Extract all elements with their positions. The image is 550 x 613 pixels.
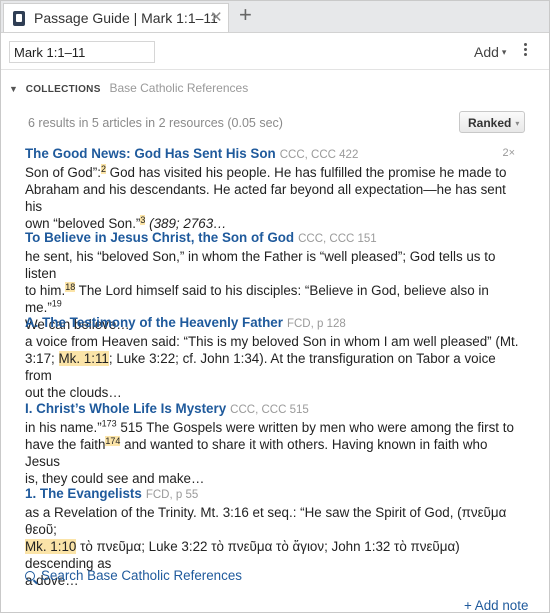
list-item: The Good News: God Has Sent His Son CCC, … [25,145,525,232]
search-collection-link[interactable]: Search Base Catholic References [25,568,242,583]
panel-icon [13,11,25,26]
result-snippet: a voice from Heaven said: “This is my be… [25,334,519,400]
result-title[interactable]: A. The Testimony of the Heavenly Father [25,315,283,330]
chevron-down-icon: ▾ [501,47,507,57]
collapse-caret-icon[interactable]: ▼ [9,84,18,94]
result-source: CCC, CCC 151 [298,233,377,245]
footnote-marker[interactable]: 19 [52,299,62,309]
sort-ranked-button[interactable]: Ranked ▾ [459,111,525,133]
add-button[interactable]: Add ▾ [474,44,506,60]
footnote-marker[interactable]: 18 [65,281,76,292]
tab-passage-guide[interactable]: Passage Guide | Mark 1:1–11 ✕ [3,3,229,32]
search-icon [25,571,35,581]
tab-title: Passage Guide | Mark 1:1–11 [34,10,218,26]
result-title[interactable]: 1. The Evangelists [25,486,142,501]
passage-guide-window: Passage Guide | Mark 1:1–11 ✕ + Add▾ ▼ C… [0,0,550,613]
collections-label: COLLECTIONS [25,84,101,95]
search-link-label: Search Base Catholic References [41,568,242,583]
result-source: CCC, CCC 515 [230,404,309,416]
result-snippet: Son of God”:2 God has visited his people… [25,163,507,231]
result-snippet: in his name.”173 515 The Gospels were wr… [25,418,514,486]
result-source: CCC, CCC 422 [279,149,359,161]
sort-label: Ranked [468,116,512,130]
result-title[interactable]: The Good News: God Has Sent His Son [25,146,276,161]
list-item: I. Christ’s Whole Life Is Mystery CCC, CC… [25,400,525,487]
result-source: FCD, p 55 [145,489,199,501]
reference-input[interactable] [9,41,155,63]
new-tab-plus-icon[interactable]: + [239,3,252,27]
result-source: FCD, p 128 [286,318,346,330]
collections-section-header[interactable]: ▼ COLLECTIONS Base Catholic References [9,81,248,95]
result-title[interactable]: To Believe in Jesus Christ, the Son of G… [25,230,294,245]
reference-bar: Add▾ [1,33,549,70]
collection-name: Base Catholic References [109,81,249,95]
result-count: 2× [502,147,515,159]
results-summary: 6 results in 5 articles in 2 resources (… [28,116,283,130]
result-title[interactable]: I. Christ’s Whole Life Is Mystery [25,401,226,416]
tab-strip: Passage Guide | Mark 1:1–11 ✕ + [1,1,549,33]
highlighted-reference[interactable]: Mk. 1:10 [25,539,77,554]
footnote-marker[interactable]: 174 [105,435,121,446]
highlighted-reference[interactable]: Mk. 1:11 [58,351,109,366]
add-note-link[interactable]: + Add note [464,598,528,613]
chevron-down-icon: ▾ [515,119,520,128]
add-button-label: Add [474,44,499,60]
list-item: A. The Testimony of the Heavenly Father F… [25,314,525,401]
footnote-marker[interactable]: 173 [102,419,117,429]
more-options-icon[interactable] [524,43,530,58]
close-icon[interactable]: ✕ [210,8,223,26]
